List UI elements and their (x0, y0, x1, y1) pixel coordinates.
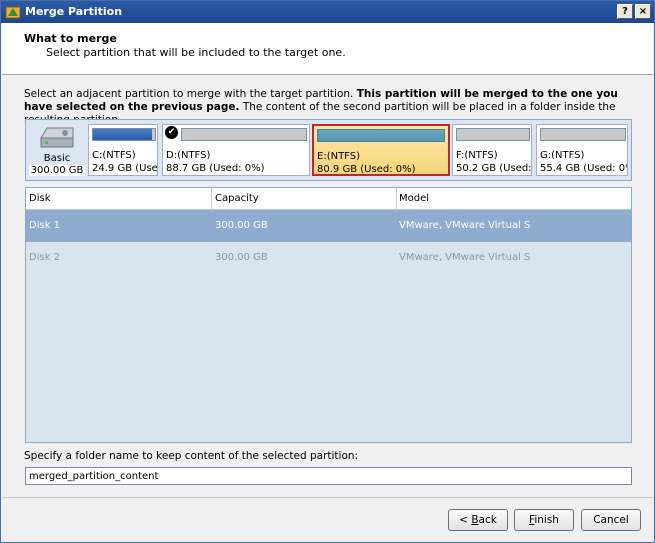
finish-rest: inish (534, 514, 559, 526)
column-header-model[interactable]: Model (399, 193, 429, 204)
back-prefix: < (459, 514, 472, 526)
usage-bar (317, 129, 445, 142)
cell-capacity: 300.00 GB (215, 220, 268, 231)
footer-divider (2, 497, 653, 498)
cell-capacity: 300.00 GB (215, 252, 268, 263)
cell-model: VMware, VMware Virtual S (399, 220, 531, 231)
hard-disk-icon (40, 127, 74, 148)
cell-model: VMware, VMware Virtual S (399, 252, 531, 263)
partition-name: C:(NTFS) (92, 150, 136, 161)
disk-table: Disk Capacity Model Disk 1 300.00 GB VMw… (25, 187, 632, 443)
table-row[interactable]: Disk 1 300.00 GB VMware, VMware Virtual … (26, 210, 631, 242)
column-header-disk[interactable]: Disk (29, 193, 50, 204)
table-header: Disk Capacity Model (26, 188, 631, 210)
table-row[interactable]: Disk 2 300.00 GB VMware, VMware Virtual … (26, 242, 631, 274)
checkmark-icon: ✔ (165, 126, 178, 139)
app-icon (5, 6, 21, 19)
wizard-header: What to merge Select partition that will… (2, 23, 653, 75)
instructions-part1: Select an adjacent partition to merge wi… (24, 88, 357, 100)
usage-bar (92, 128, 156, 141)
column-divider[interactable] (396, 188, 397, 210)
back-rest: ack (478, 514, 497, 526)
back-button[interactable]: < Back (448, 509, 508, 531)
partition-name: F:(NTFS) (456, 150, 498, 161)
disk-type-label: Basic (43, 153, 71, 164)
usage-bar (456, 128, 530, 141)
column-divider[interactable] (211, 188, 212, 210)
window-title: Merge Partition (25, 5, 123, 18)
usage-bar (181, 128, 307, 141)
partition-name: D:(NTFS) (166, 150, 211, 161)
partition-g[interactable]: G:(NTFS) 55.4 GB (Used: 0% (536, 124, 628, 176)
partition-name: E:(NTFS) (317, 151, 361, 162)
usage-bar (540, 128, 626, 141)
partition-info: 55.4 GB (Used: 0% (540, 163, 628, 174)
finish-button[interactable]: Finish (514, 509, 574, 531)
usage-fill (93, 129, 152, 140)
header-title: What to merge (24, 32, 117, 45)
cell-disk: Disk 1 (29, 220, 61, 231)
partition-info: 50.2 GB (Used: 0 (456, 163, 532, 174)
header-subtitle: Select partition that will be included t… (46, 46, 346, 59)
partition-f[interactable]: F:(NTFS) 50.2 GB (Used: 0 (452, 124, 532, 176)
merge-partition-dialog: Merge Partition ? × What to merge Select… (0, 0, 655, 543)
partition-c[interactable]: C:(NTFS) 24.9 GB (Used (88, 124, 158, 176)
disk-tile[interactable]: Basic 300.00 GB (28, 122, 86, 178)
partition-name: G:(NTFS) (540, 150, 585, 161)
partition-info: 24.9 GB (Used (92, 163, 158, 174)
partition-e[interactable]: E:(NTFS) 80.9 GB (Used: 0%) (312, 124, 450, 176)
title-bar: Merge Partition ? × (1, 1, 654, 23)
partition-info: 80.9 GB (Used: 0%) (317, 164, 416, 175)
folder-name-input[interactable] (25, 467, 632, 485)
partition-d[interactable]: ✔ D:(NTFS) 88.7 GB (Used: 0%) (162, 124, 310, 176)
cell-disk: Disk 2 (29, 252, 61, 263)
cancel-button[interactable]: Cancel (581, 509, 641, 531)
close-button[interactable]: × (635, 4, 651, 19)
disk-map: Basic 300.00 GB C:(NTFS) 24.9 GB (Used ✔… (25, 119, 632, 181)
partition-info: 88.7 GB (Used: 0%) (166, 163, 265, 174)
back-accel: B (471, 514, 479, 526)
column-header-capacity[interactable]: Capacity (215, 193, 259, 204)
help-button[interactable]: ? (617, 4, 633, 19)
disk-size-label: 300.00 GB (29, 165, 85, 176)
folder-label: Specify a folder name to keep content of… (24, 450, 359, 462)
